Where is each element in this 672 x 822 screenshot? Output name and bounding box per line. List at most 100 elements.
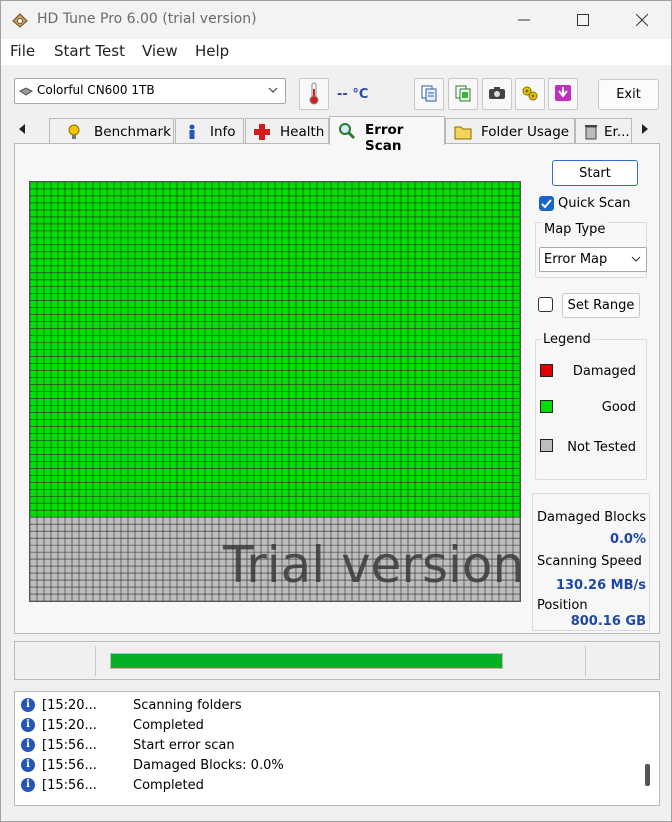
position-label: Position — [537, 598, 588, 613]
start-label: Start — [579, 165, 611, 181]
health-cross-icon — [254, 124, 270, 144]
tab-health-label: Health — [280, 124, 325, 140]
trash-icon — [584, 124, 598, 144]
folder-icon — [454, 124, 472, 144]
log-row: i [15:20... Completed — [15, 716, 635, 736]
tab-erase[interactable]: Er... — [575, 118, 632, 144]
options-button[interactable] — [515, 78, 545, 110]
chevron-down-icon — [630, 253, 642, 268]
info-icon — [186, 124, 198, 144]
set-range-button[interactable]: Set Range — [562, 293, 640, 318]
log-row: i [15:56... Completed — [15, 776, 635, 796]
damaged-blocks-value: 0.0% — [609, 532, 646, 547]
tab-health[interactable]: Health — [245, 118, 329, 144]
log-message: Start error scan — [133, 738, 235, 753]
tab-strip: Benchmark Info Health Error Scan Folder … — [14, 116, 660, 154]
copy-screen-icon — [454, 84, 472, 105]
temperature-readout: -- °C — [337, 87, 369, 102]
progress-divider — [95, 646, 96, 676]
tab-erase-label: Er... — [604, 124, 630, 140]
minimize-button[interactable] — [495, 1, 553, 39]
legend-good-swatch — [540, 400, 553, 413]
log-message: Completed — [133, 718, 204, 733]
drive-name: Colorful CN600 1TB — [37, 83, 155, 97]
info-icon: i — [21, 758, 35, 772]
close-button[interactable] — [613, 1, 671, 39]
tab-info-label: Info — [210, 124, 236, 140]
tab-error-scan-label: Error Scan — [365, 122, 404, 154]
quick-scan-label: Quick Scan — [558, 196, 631, 211]
set-range-label: Set Range — [567, 298, 635, 313]
tab-scroll-right-icon[interactable] — [641, 123, 649, 138]
log-scrollbar-thumb[interactable] — [645, 764, 650, 786]
tab-benchmark[interactable]: Benchmark — [49, 118, 174, 144]
info-icon: i — [21, 698, 35, 712]
legend-damaged-label: Damaged — [572, 364, 636, 379]
bulb-icon — [68, 124, 80, 144]
start-button[interactable]: Start — [552, 160, 638, 186]
copy-screen-button[interactable] — [448, 78, 478, 110]
position-value: 800.16 GB — [570, 614, 646, 629]
log-row: i [15:20... Scanning folders — [15, 696, 635, 716]
menu-help[interactable]: Help — [195, 42, 229, 60]
map-type-select[interactable]: Error Map — [539, 247, 647, 272]
log-time: [15:20... — [42, 698, 97, 713]
trial-watermark: Trial version — [223, 536, 525, 594]
map-type-label: Map Type — [542, 222, 608, 237]
exit-label: Exit — [616, 87, 641, 102]
tab-error-scan[interactable]: Error Scan — [329, 116, 445, 154]
tab-folder-usage-label: Folder Usage — [481, 124, 570, 140]
info-icon: i — [21, 718, 35, 732]
log-message: Completed — [133, 778, 204, 793]
options-icon — [520, 83, 540, 106]
exit-button[interactable]: Exit — [598, 79, 659, 110]
menu-view[interactable]: View — [142, 42, 178, 60]
checkmark-icon — [541, 199, 552, 209]
thermometer-icon — [308, 81, 320, 108]
legend-damaged-swatch — [540, 364, 553, 377]
log-row: i [15:56... Damaged Blocks: 0.0% — [15, 756, 635, 776]
screenshot-button[interactable] — [482, 78, 512, 110]
hdtune-app-icon — [11, 11, 29, 29]
save-button[interactable] — [548, 78, 578, 110]
log-row: i [15:56... Start error scan — [15, 736, 635, 756]
log-time: [15:56... — [42, 778, 97, 793]
copy-text-icon — [420, 84, 438, 105]
window-title: HD Tune Pro 6.00 (trial version) — [37, 11, 257, 27]
save-icon — [554, 84, 572, 105]
drive-icon — [19, 86, 33, 100]
log-list[interactable]: i [15:20... Scanning folders i [15:20... Comp… — [14, 691, 660, 806]
chevron-down-icon — [267, 84, 279, 99]
quick-scan-checkbox[interactable] — [539, 196, 554, 211]
log-time: [15:56... — [42, 738, 97, 753]
title-bar: HD Tune Pro 6.00 (trial version) — [1, 1, 671, 39]
scanning-speed-value: 130.26 MB/s — [555, 578, 646, 593]
maximize-button[interactable] — [554, 1, 612, 39]
menu-bar: File Start Test View Help — [1, 39, 671, 65]
legend-not-tested-swatch — [540, 439, 553, 452]
set-range-checkbox[interactable] — [538, 297, 553, 312]
progress-divider — [585, 646, 586, 676]
map-type-value: Error Map — [544, 252, 608, 267]
camera-icon — [488, 85, 506, 104]
temperature-button[interactable] — [299, 78, 329, 110]
legend-good-label: Good — [601, 400, 636, 415]
legend-not-tested-label: Not Tested — [567, 440, 636, 455]
damaged-blocks-label: Damaged Blocks — [537, 510, 647, 525]
app-window: HD Tune Pro 6.00 (trial version) File St… — [0, 0, 672, 822]
copy-text-button[interactable] — [414, 78, 444, 110]
info-icon: i — [21, 738, 35, 752]
drive-select[interactable]: Colorful CN600 1TB — [14, 78, 286, 104]
menu-start-test[interactable]: Start Test — [54, 42, 125, 60]
log-message: Scanning folders — [133, 698, 242, 713]
tab-info[interactable]: Info — [175, 118, 244, 144]
magnifier-icon — [338, 122, 356, 144]
info-icon: i — [21, 778, 35, 792]
log-time: [15:56... — [42, 758, 97, 773]
tab-folder-usage[interactable]: Folder Usage — [445, 118, 575, 144]
legend-title: Legend — [541, 332, 593, 347]
tab-benchmark-label: Benchmark — [94, 124, 171, 140]
tab-scroll-left-icon[interactable] — [18, 123, 26, 138]
menu-file[interactable]: File — [10, 42, 35, 60]
log-message: Damaged Blocks: 0.0% — [133, 758, 284, 773]
